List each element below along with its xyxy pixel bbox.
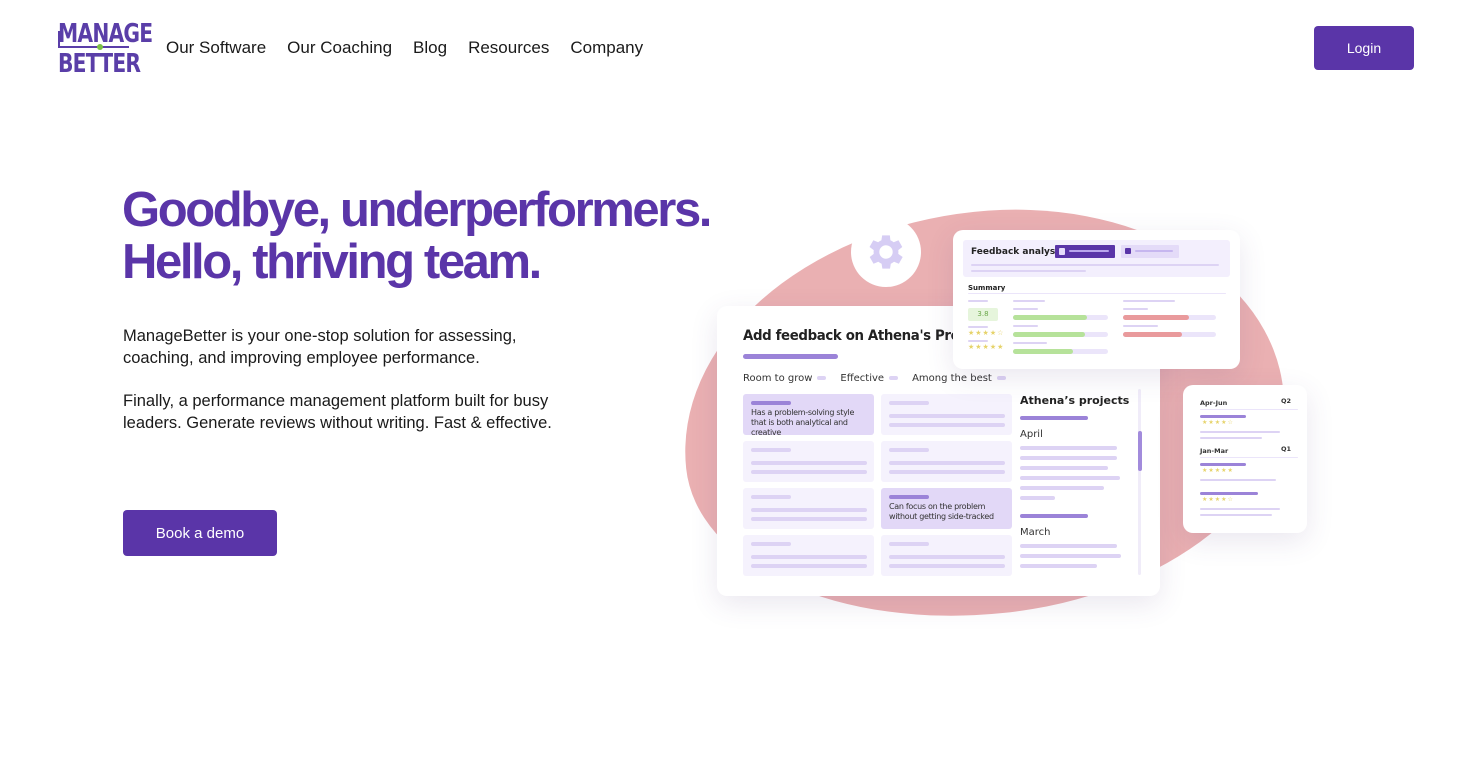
feedback-form-title: Add feedback on Athena's Proble	[743, 328, 982, 344]
feedback-tile-selected: Can focus on the problem without getting…	[881, 488, 1012, 529]
title-underline	[743, 354, 838, 359]
metric-bar-positive	[1013, 315, 1087, 320]
nav-company[interactable]: Company	[570, 37, 643, 59]
feedback-tile-text: Can focus on the problem without getting…	[889, 502, 994, 521]
rating-effective: Effective	[840, 373, 899, 384]
feedback-tile	[881, 535, 1012, 576]
feedback-tab-active	[1055, 245, 1115, 258]
rating-room-to-grow: Room to grow	[743, 373, 827, 384]
summary-label: Summary	[968, 284, 1006, 292]
feedback-tile-text: Has a problem-solving style that is both…	[751, 408, 855, 437]
period-quarter: Q2	[1281, 397, 1292, 405]
feedback-analysis-title: Feedback analysis	[971, 247, 1064, 257]
period-stars: ★★★★☆	[1202, 419, 1234, 426]
rating-among-the-best: Among the best	[912, 373, 1006, 384]
projects-scrollbar-track[interactable]	[1138, 389, 1141, 575]
metric-bar-negative	[1123, 332, 1182, 337]
hero-title-line1: Goodbye, underperformers.	[122, 183, 712, 237]
period-quarter: Q1	[1281, 445, 1292, 453]
comment-icon	[1125, 248, 1131, 254]
period-stars: ★★★★☆	[1202, 496, 1234, 503]
rating-scale: Room to grow Effective Among the best	[743, 373, 1006, 384]
hero-subdescription: Finally, a performance management platfo…	[123, 392, 552, 432]
summary-stars: ★★★★☆	[968, 329, 1005, 337]
logo-rule	[58, 46, 129, 48]
feedback-tab	[1121, 245, 1179, 258]
period-range: Jan-Mar	[1200, 447, 1229, 455]
book-demo-button[interactable]: Book a demo	[123, 510, 277, 556]
projects-panel: Athena’s projects April March	[1020, 394, 1150, 579]
hero-description: ManageBetter is your one-stop solution f…	[123, 327, 517, 367]
feedback-tile	[743, 535, 874, 576]
period-range: Apr-Jun	[1200, 399, 1228, 407]
feedback-analysis-card: Feedback analysis Summary 3.8 ★★★★☆ ★★★★…	[953, 230, 1240, 369]
summary-score: 3.8	[968, 308, 998, 321]
login-button[interactable]: Login	[1314, 26, 1414, 70]
gear-icon	[869, 235, 903, 269]
projects-title: Athena’s projects	[1020, 394, 1130, 407]
summary-stars: ★★★★★	[968, 343, 1005, 351]
logo[interactable]: MANAGE BETTER	[58, 21, 153, 77]
gear-bubble	[851, 217, 921, 287]
quarterly-review-card: Apr-Jun Q2 ★★★★☆ Jan-Mar Q1 ★★★★★ ★★★★☆	[1183, 385, 1307, 533]
feedback-tile	[881, 441, 1012, 482]
metric-bar-negative	[1123, 315, 1189, 320]
logo-text-top: MANAGE	[58, 19, 153, 49]
nav-our-software[interactable]: Our Software	[166, 37, 266, 59]
month-april: April	[1020, 429, 1043, 440]
period-stars: ★★★★★	[1202, 467, 1234, 474]
main-nav: Our Software Our Coaching Blog Resources…	[166, 37, 664, 59]
hero-illustration: Add feedback on Athena's Proble Room to …	[662, 181, 1330, 645]
metric-bar-positive	[1013, 332, 1085, 337]
feedback-tile	[743, 488, 874, 529]
nav-blog[interactable]: Blog	[413, 37, 447, 59]
hero-title: Goodbye, underperformers. Hello, thrivin…	[122, 183, 712, 289]
feedback-analysis-header: Feedback analysis	[963, 240, 1230, 277]
month-march: March	[1020, 527, 1051, 538]
feedback-tile	[743, 441, 874, 482]
document-icon	[1059, 248, 1065, 255]
logo-text-bottom: BETTER	[58, 49, 141, 79]
nav-resources[interactable]: Resources	[468, 37, 549, 59]
hero-title-line2: Hello, thriving team.	[122, 235, 542, 289]
feedback-tile-selected: Has a problem-solving style that is both…	[743, 394, 874, 437]
nav-our-coaching[interactable]: Our Coaching	[287, 37, 392, 59]
projects-scrollbar-thumb[interactable]	[1138, 431, 1142, 471]
metric-bar-positive	[1013, 349, 1073, 354]
feedback-tile	[881, 394, 1012, 435]
